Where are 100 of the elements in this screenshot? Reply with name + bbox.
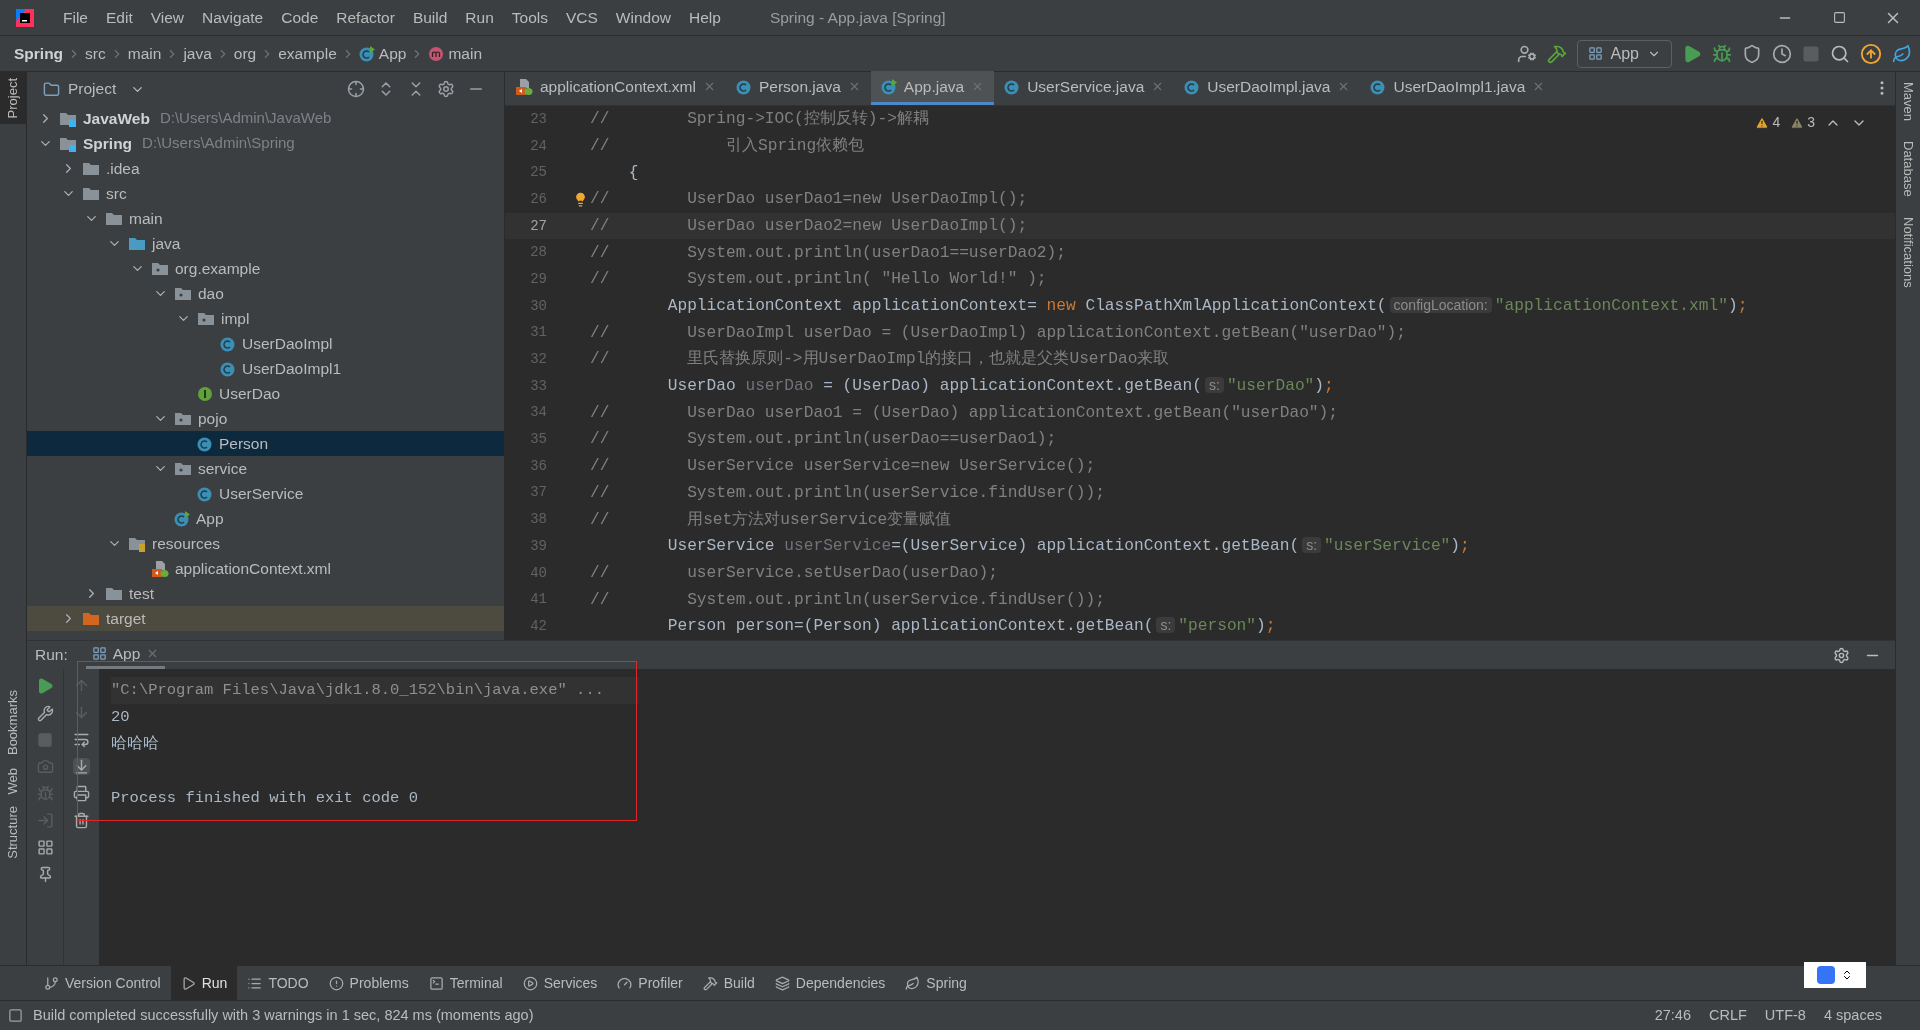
tool-window-tab[interactable]: Structure (0, 800, 26, 865)
layout-icon[interactable] (36, 839, 54, 856)
tool-window-tab[interactable]: Bookmarks (0, 684, 26, 762)
debug-icon[interactable] (1712, 43, 1732, 64)
tool-window-button[interactable]: Dependencies (764, 965, 896, 1001)
breadcrumb[interactable]: java (183, 41, 212, 66)
coverage-icon[interactable] (1742, 43, 1762, 64)
up-icon[interactable] (73, 677, 90, 694)
tool-window-tab[interactable]: Web (0, 761, 26, 800)
wrap-icon[interactable] (73, 731, 90, 748)
menu-item[interactable]: Window (606, 5, 680, 30)
tree-item[interactable]: test (27, 581, 504, 606)
maximize-icon[interactable] (1833, 11, 1846, 24)
tool-window-button[interactable]: Profiler (607, 965, 693, 1001)
tree-item[interactable]: JavaWeb D:\Users\Admin\JavaWeb (27, 106, 504, 131)
profile-icon[interactable] (1772, 43, 1792, 64)
file-encoding[interactable]: UTF-8 (1764, 1004, 1806, 1027)
run-icon[interactable] (1682, 43, 1702, 64)
tree-item[interactable]: UserDaoImpl1 (27, 356, 504, 381)
tree-item[interactable]: dao (27, 281, 504, 306)
leaf-icon (905, 975, 921, 991)
panel-title[interactable]: Project (68, 77, 117, 101)
tree-item[interactable]: UserService (27, 481, 504, 506)
tool-window-button[interactable]: TODO (237, 965, 319, 1001)
tool-window-button[interactable]: Build (692, 965, 765, 1001)
panel-toggle-icon[interactable] (8, 1008, 23, 1023)
tree-item[interactable]: src (27, 181, 504, 206)
breadcrumb[interactable]: org (233, 41, 257, 66)
build-icon[interactable] (1546, 43, 1567, 64)
tree-item[interactable]: resources (27, 531, 504, 556)
weak-warning-count[interactable]: 3 (1790, 112, 1815, 133)
editor-tab[interactable]: applicationContext.xml (505, 71, 726, 105)
breadcrumb[interactable]: example (278, 41, 337, 66)
menu-item[interactable]: Code (272, 5, 328, 30)
menu-item[interactable]: Build (403, 5, 457, 30)
settings-icon[interactable] (1833, 646, 1850, 664)
menu-item[interactable]: View (141, 5, 194, 30)
plugin-icon[interactable] (1892, 43, 1912, 64)
tool-window-tab[interactable]: Database (1898, 141, 1918, 197)
breadcrumb[interactable]: App (378, 41, 407, 66)
tool-window-button[interactable]: Spring (895, 965, 977, 1001)
menu-item[interactable]: Refactor (327, 5, 404, 30)
tree-item[interactable]: Person (27, 431, 504, 456)
tree-item[interactable]: .idea (27, 156, 504, 181)
menu-item[interactable]: Edit (97, 5, 142, 30)
down-icon[interactable] (73, 704, 90, 721)
breadcrumb[interactable]: src (85, 41, 106, 66)
run-configuration-selector[interactable]: App (1576, 39, 1672, 68)
menu-item[interactable]: Run (456, 5, 503, 30)
tree-item[interactable]: service (27, 456, 504, 481)
rerun-icon[interactable] (36, 677, 54, 695)
print-icon[interactable] (73, 785, 90, 802)
tool-window-button[interactable]: Problems (318, 965, 419, 1001)
trash-icon[interactable] (73, 812, 90, 829)
tool-window-tab[interactable]: Project (0, 72, 26, 125)
breadcrumb[interactable]: main (448, 41, 482, 66)
tree-item[interactable]: App (27, 506, 504, 531)
tree-item[interactable]: impl (27, 306, 504, 331)
breadcrumb[interactable]: main (127, 41, 162, 66)
line-separator[interactable]: CRLF (1709, 1004, 1747, 1027)
tool-window-tab[interactable]: Notifications (1898, 216, 1918, 288)
tree-item[interactable]: UserDao (27, 381, 504, 406)
list-icon (247, 975, 263, 991)
line-number: 27 (529, 216, 547, 236)
tree-item[interactable]: UserDaoImpl (27, 331, 504, 356)
tree-item[interactable]: applicationContext.xml (27, 556, 504, 581)
wrench-icon[interactable] (36, 705, 54, 722)
tool-window-button[interactable]: Version Control (34, 965, 171, 1001)
editor-tab[interactable]: UserDaoImpl1.java (1360, 71, 1556, 105)
breadcrumb[interactable]: Spring (14, 41, 64, 66)
code-line: Person person=(Person) applicationContext.getBean( s: "person"); (666, 616, 1276, 638)
menu-item[interactable]: VCS (556, 5, 607, 30)
menu-item[interactable]: File (54, 5, 97, 30)
tool-window-button[interactable]: Terminal (418, 965, 513, 1001)
editor-tab[interactable]: UserService.java (994, 71, 1175, 105)
tool-window-tab[interactable]: Maven (1898, 82, 1918, 122)
tree-item[interactable]: main (27, 206, 504, 231)
tool-window-button[interactable]: Services (512, 965, 608, 1001)
method-icon (428, 45, 445, 62)
indent-setting[interactable]: 4 spaces (1823, 1004, 1882, 1027)
menu-item[interactable]: Help (680, 5, 730, 30)
lightbulb-icon[interactable] (573, 191, 588, 207)
editor-tab[interactable]: UserDaoImpl.java (1174, 71, 1361, 105)
editor-tab[interactable]: Person.java (725, 71, 871, 105)
menu-item[interactable]: Tools (502, 5, 557, 30)
tree-item[interactable]: org.example (27, 256, 504, 281)
search-icon[interactable] (1830, 43, 1850, 64)
tree-item[interactable]: pojo (27, 406, 504, 431)
editor-tab[interactable]: App.java (870, 71, 995, 105)
cursor-position[interactable]: 27:46 (1654, 1004, 1691, 1027)
tool-window-button[interactable]: Run (170, 965, 238, 1001)
warning-count[interactable]: 4 (1755, 112, 1781, 133)
menu-item[interactable]: Navigate (193, 5, 273, 30)
user-icon[interactable] (1516, 43, 1537, 64)
update-icon[interactable] (1860, 42, 1882, 65)
tree-item[interactable]: Spring D:\Users\Admin\Spring (27, 131, 504, 156)
input-method-widget[interactable] (1804, 962, 1866, 988)
tree-item[interactable]: java (27, 231, 504, 256)
tree-item[interactable]: target (27, 606, 504, 631)
line-number: 26 (529, 189, 547, 209)
